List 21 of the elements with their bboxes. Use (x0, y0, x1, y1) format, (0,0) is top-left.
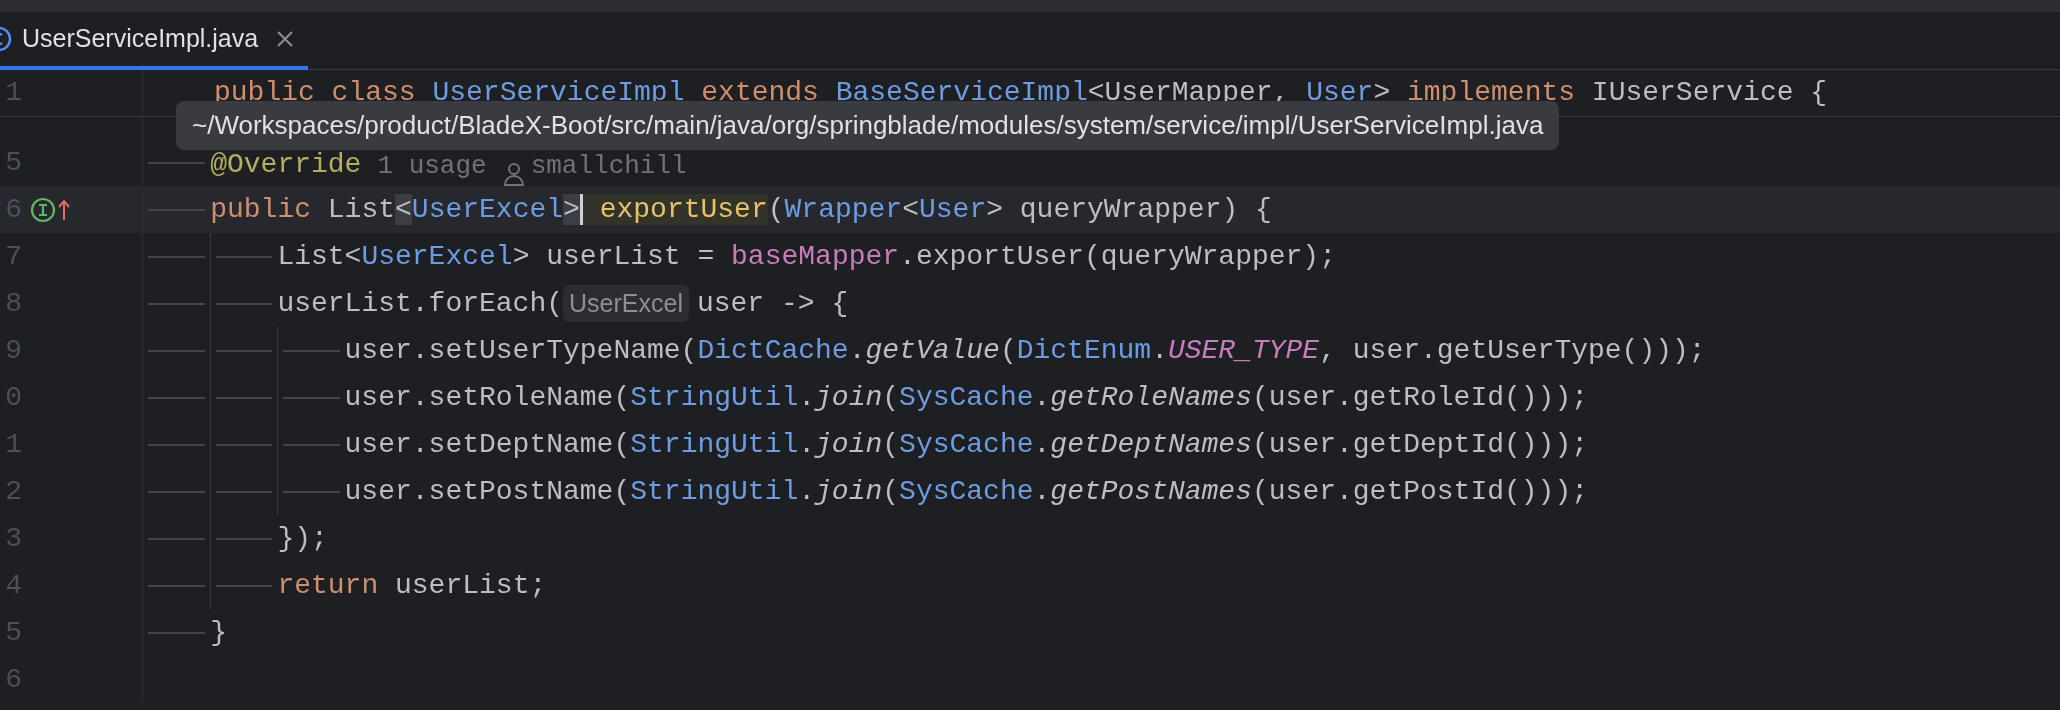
code-text: public List<UserExcel> exportUser(Wrapper<User> queryWrapper) { (210, 192, 1272, 227)
code-text: return userList; (277, 568, 547, 603)
inlay-hint: UserExcel (563, 284, 689, 323)
code-text: user -> { (696, 286, 849, 321)
person-icon (502, 162, 525, 186)
code-text: }); (277, 521, 328, 556)
close-icon[interactable] (276, 30, 295, 48)
implements-icon[interactable] (30, 196, 56, 223)
code-text: user.setUserTypeName(DictCache.getValue(DictEnum.USER_TYPE, user.getUserType())); (344, 333, 1706, 368)
code-text: user.setRoleName(StringUtil.join(SysCache.getRoleNames(user.getRoleId())); (344, 380, 1589, 415)
file-tab[interactable]: UserServiceImpl.java (0, 12, 309, 70)
code-text: @Override (210, 148, 362, 182)
code-text: List<UserExcel> userList = baseMapper.exportUser(queryWrapper); (277, 239, 1336, 274)
code-text: } (210, 615, 227, 650)
code-text: user.setDeptName(StringUtil.join(SysCache.getDeptNames(user.getDeptId())); (344, 427, 1589, 462)
file-path-tooltip: ~/Workspaces/product/BladeX-Boot/src/main/java/org/springblade/modules/system/service/impl/UserServiceImpl.java (176, 101, 1560, 150)
code-text: userList.forEach( (277, 286, 564, 321)
code-text: user.setPostName(StringUtil.join(SysCache.getPostNames(user.getPostId())); (344, 474, 1589, 509)
usage-count[interactable]: 1 usage (377, 147, 487, 186)
arrow-up-icon[interactable] (58, 198, 70, 221)
author-name[interactable]: smallchill (530, 147, 687, 186)
